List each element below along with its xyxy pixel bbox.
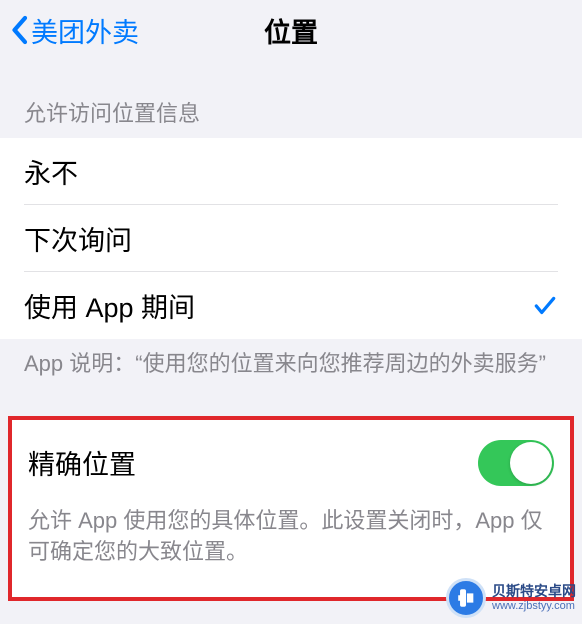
checkmark-icon [532,293,558,319]
section-header-location: 允许访问位置信息 [0,60,582,138]
watermark: 贝斯特安卓网 www.zjbstyy.com [446,578,576,618]
page-title: 位置 [264,11,318,50]
precise-location-toggle[interactable] [478,440,554,486]
precise-location-highlight: 精确位置 允许 App 使用您的具体位置。此设置关闭时，App 仅可确定您的大致… [8,416,574,602]
chevron-left-icon [10,15,28,45]
precise-location-label: 精确位置 [28,443,136,482]
option-label: 使用 App 期间 [24,286,195,325]
back-button[interactable]: 美团外卖 [10,11,139,50]
location-options-list: 永不 下次询问 使用 App 期间 [0,138,582,339]
option-label: 永不 [24,152,78,191]
option-ask-next-time[interactable]: 下次询问 [0,205,582,272]
watermark-name: 贝斯特安卓网 [492,583,576,599]
toggle-knob [510,442,552,484]
section-footer-app-description: App 说明：“使用您的位置来向您推荐周边的外卖服务” [0,339,582,380]
watermark-text: 贝斯特安卓网 www.zjbstyy.com [492,583,576,613]
nav-bar: 美团外卖 位置 [0,0,582,60]
precise-location-footer: 允许 App 使用您的具体位置。此设置关闭时，App 仅可确定您的大致位置。 [12,496,570,568]
watermark-logo-icon [446,578,486,618]
option-label: 下次询问 [24,219,132,258]
back-label: 美团外卖 [31,11,139,50]
option-never[interactable]: 永不 [0,138,582,205]
precise-location-row: 精确位置 [12,420,570,496]
watermark-url: www.zjbstyy.com [492,600,576,613]
option-while-using[interactable]: 使用 App 期间 [0,272,582,339]
